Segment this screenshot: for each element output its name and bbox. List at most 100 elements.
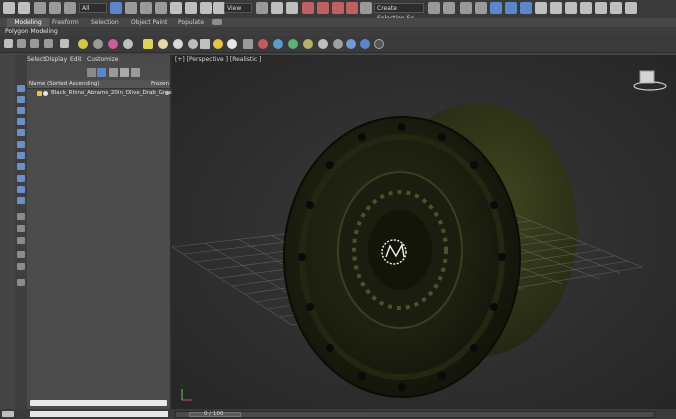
align-icon[interactable]	[443, 2, 455, 14]
globe-icon[interactable]	[288, 39, 298, 49]
render-production-icon[interactable]	[580, 2, 592, 14]
curve-editor-icon[interactable]	[505, 2, 517, 14]
shape-icon[interactable]	[123, 39, 133, 49]
filter-groups-icon[interactable]	[17, 152, 25, 159]
move-icon[interactable]	[170, 2, 182, 14]
rectangular-selection-icon[interactable]	[140, 2, 152, 14]
close-filter-icon[interactable]	[87, 68, 96, 77]
percent-snap-icon[interactable]	[332, 2, 344, 14]
scale-icon[interactable]	[200, 2, 212, 14]
angle-snap-icon[interactable]	[317, 2, 329, 14]
edit-named-selection-icon[interactable]	[360, 2, 372, 14]
column-frozen[interactable]: Frozen	[151, 80, 169, 88]
tab-freeform[interactable]: Freeform	[48, 18, 83, 27]
schematic-view-icon[interactable]	[520, 2, 532, 14]
viewport-scene[interactable]	[172, 55, 676, 409]
camera-icon[interactable]	[273, 39, 283, 49]
list-icon[interactable]	[60, 39, 69, 48]
link-icon[interactable]	[34, 2, 46, 14]
menu-display[interactable]: Display	[45, 56, 67, 63]
rotate-icon[interactable]	[185, 2, 197, 14]
filter-lights-icon[interactable]	[17, 107, 25, 114]
render-sphere-icon[interactable]	[346, 39, 356, 49]
explorer-scrollbar[interactable]	[30, 400, 167, 406]
maxscript-listener-icon[interactable]	[2, 411, 14, 417]
container-icon[interactable]	[93, 39, 103, 49]
render-in-cloud-icon[interactable]	[610, 2, 622, 14]
maxscript-input[interactable]	[30, 411, 168, 417]
tab-object-paint[interactable]: Object Paint	[127, 18, 171, 27]
menu-customize[interactable]: Customize	[87, 56, 119, 63]
named-selection-set-select[interactable]: Create Selection Se	[374, 3, 424, 22]
lock-cell-icon[interactable]	[109, 68, 118, 77]
column-name[interactable]: Name (Sorted Ascending)	[29, 80, 100, 88]
cone-icon[interactable]	[200, 39, 210, 49]
filter-shapes-icon[interactable]	[17, 96, 25, 103]
toggle-layer-explorer-icon[interactable]	[475, 2, 487, 14]
layer-manager-icon[interactable]	[44, 39, 53, 48]
rendered-frame-window-icon[interactable]	[565, 2, 577, 14]
character-icon[interactable]	[318, 39, 328, 49]
material-editor-icon[interactable]	[535, 2, 547, 14]
polygon-modeling-label[interactable]: Polygon Modeling	[5, 27, 58, 36]
spinner-snap-icon[interactable]	[346, 2, 358, 14]
wire-icon[interactable]	[243, 39, 253, 49]
filter-spacewarps-icon[interactable]	[17, 141, 25, 148]
teapot-icon[interactable]	[227, 39, 237, 49]
list-item[interactable]: Black_Rhino_Abrams_20in_Olive_Drab_Green	[27, 89, 175, 98]
sun-icon[interactable]	[213, 39, 223, 49]
ribbon-options-icon[interactable]	[212, 19, 222, 25]
helper-icon[interactable]	[258, 39, 268, 49]
filter-helpers-icon[interactable]	[17, 129, 25, 136]
pivot-center-icon[interactable]	[256, 2, 268, 14]
toggle-scene-explorer-icon[interactable]	[460, 2, 472, 14]
hide-unselected-icon[interactable]	[4, 39, 13, 48]
keyboard-shortcut-icon[interactable]	[286, 2, 298, 14]
tab-modeling[interactable]: Modeling	[7, 18, 49, 27]
filter-geometry-icon[interactable]	[17, 85, 25, 92]
filter-xrefs-icon[interactable]	[17, 163, 25, 170]
filter-funnel-icon[interactable]	[17, 251, 25, 258]
time-slider[interactable]: 0 / 100	[175, 411, 655, 418]
figure-icon[interactable]	[333, 39, 343, 49]
sort-tree-icon[interactable]	[131, 68, 140, 77]
select-by-name-icon[interactable]	[125, 2, 137, 14]
menu-edit[interactable]: Edit	[70, 56, 82, 63]
unlink-icon[interactable]	[49, 2, 61, 14]
render-iterative-icon[interactable]	[595, 2, 607, 14]
hemisphere-icon[interactable]	[158, 39, 168, 49]
light-icon[interactable]	[78, 39, 88, 49]
undo-icon[interactable]	[3, 2, 15, 14]
visibility-bulb-icon[interactable]	[37, 91, 42, 96]
options-icon[interactable]	[17, 279, 25, 286]
torus-icon[interactable]	[188, 39, 198, 49]
mirror-icon[interactable]	[428, 2, 440, 14]
tab-selection[interactable]: Selection	[87, 18, 123, 27]
display-invert-icon[interactable]	[17, 237, 25, 244]
box-icon[interactable]	[143, 39, 153, 49]
selection-filter-select[interactable]: All	[79, 3, 107, 13]
display-all-icon[interactable]	[17, 213, 25, 220]
filter-cameras-icon[interactable]	[17, 118, 25, 125]
particle-icon[interactable]	[108, 39, 118, 49]
select-children-icon[interactable]	[97, 68, 106, 77]
window-crossing-icon[interactable]	[155, 2, 167, 14]
display-none-icon[interactable]	[17, 225, 25, 232]
sort-icon[interactable]	[17, 263, 25, 270]
select-manipulate-icon[interactable]	[271, 2, 283, 14]
filter-frozen-icon[interactable]	[17, 197, 25, 204]
snaps-toggle-icon[interactable]	[302, 2, 314, 14]
redo-icon[interactable]	[18, 2, 30, 14]
material-sphere-icon[interactable]	[360, 39, 370, 49]
layer-icon[interactable]	[17, 39, 26, 48]
frozen-toggle-icon[interactable]	[165, 91, 169, 95]
lock-icon[interactable]	[120, 68, 129, 77]
menu-select[interactable]: Select	[27, 56, 46, 63]
sphere-icon[interactable]	[173, 39, 183, 49]
tab-populate[interactable]: Populate	[174, 18, 208, 27]
a360-gallery-icon[interactable]	[625, 2, 637, 14]
toggle-ribbon-icon[interactable]	[490, 2, 502, 14]
select-object-icon[interactable]	[110, 2, 122, 14]
reference-coordinate-select[interactable]: View	[224, 3, 252, 13]
render-setup-icon[interactable]	[550, 2, 562, 14]
